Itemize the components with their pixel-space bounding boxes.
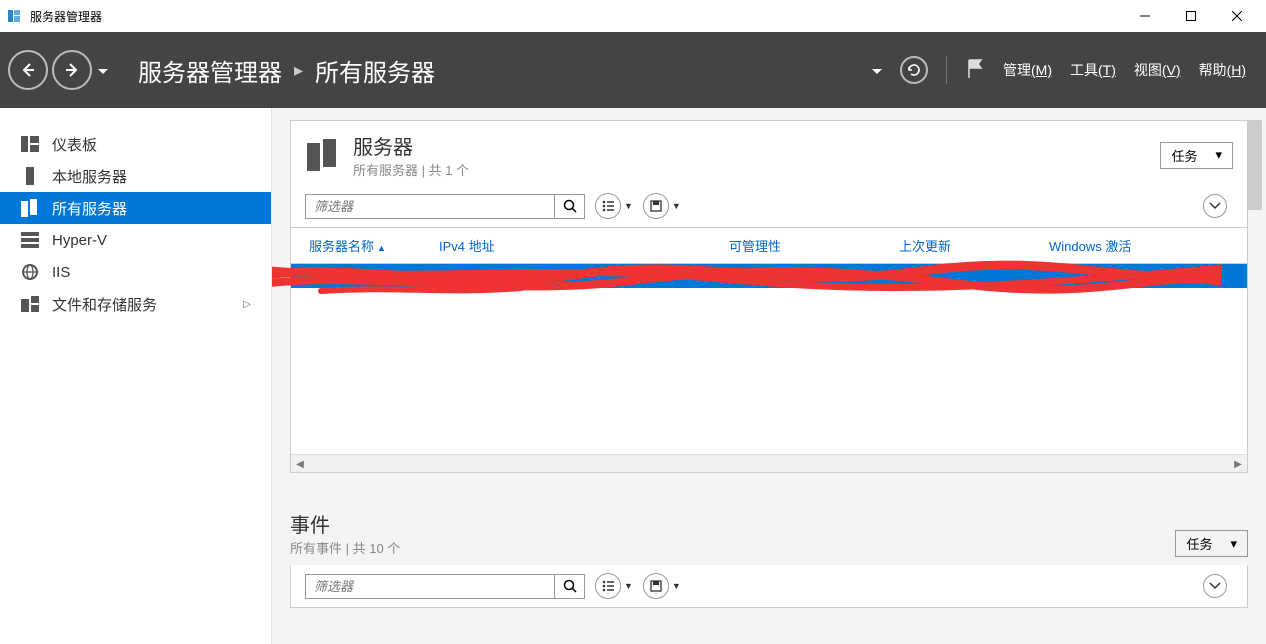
nav-forward-button[interactable] xyxy=(52,50,92,90)
header-divider xyxy=(946,56,947,84)
events-panel-header: 事件 所有事件 | 共 10 个 任务 ▾ xyxy=(290,509,1248,557)
filter-list-button[interactable] xyxy=(595,193,621,219)
sort-asc-icon: ▲ xyxy=(377,243,386,253)
chevron-down-icon[interactable]: ▼ xyxy=(624,201,633,211)
chevron-down-icon xyxy=(1209,202,1221,210)
scrollbar-thumb[interactable] xyxy=(1246,120,1262,210)
sidebar-item-storage[interactable]: 文件和存储服务 ▷ xyxy=(0,288,271,320)
storage-icon xyxy=(20,296,40,312)
servers-panel-icon xyxy=(305,137,341,173)
filter-list-button[interactable] xyxy=(595,573,621,599)
servers-panel-title: 服务器 xyxy=(353,131,469,160)
events-tasks-button[interactable]: 任务 ▾ xyxy=(1175,530,1248,557)
window-title: 服务器管理器 xyxy=(30,8,1122,25)
sidebar-item-label: Hyper-V xyxy=(52,232,107,249)
search-icon xyxy=(563,199,577,213)
filter-save-button[interactable] xyxy=(643,573,669,599)
sidebar-item-label: 本地服务器 xyxy=(52,166,127,187)
nav-dropdown-icon[interactable] xyxy=(98,63,108,78)
chevron-right-icon: ▷ xyxy=(243,299,251,310)
table-row[interactable] xyxy=(291,264,1247,288)
notifications-flag-icon[interactable] xyxy=(965,58,985,83)
chevron-down-icon: ▾ xyxy=(1230,536,1237,552)
search-button[interactable] xyxy=(554,575,584,598)
chevron-down-icon[interactable]: ▼ xyxy=(672,201,681,211)
headerbar: 服务器管理器 ▸ 所有服务器 管理(M) 工具(T) 视图(V) 帮助(H) xyxy=(0,32,1266,108)
sidebar-item-label: 仪表板 xyxy=(52,134,97,155)
events-filter-box xyxy=(305,574,585,599)
menu-help[interactable]: 帮助(H) xyxy=(1199,60,1246,80)
scroll-left-icon[interactable]: ◀ xyxy=(291,455,309,473)
column-windows-activation[interactable]: Windows 激活 xyxy=(1045,228,1233,263)
filter-save-button[interactable] xyxy=(643,193,669,219)
save-icon xyxy=(650,200,662,212)
servers-icon xyxy=(20,199,40,217)
refresh-dropdown-icon[interactable] xyxy=(872,63,882,78)
events-panel-title: 事件 xyxy=(290,509,1175,538)
servers-filter-input[interactable] xyxy=(306,195,554,218)
close-button[interactable] xyxy=(1214,0,1260,32)
list-icon xyxy=(602,200,614,212)
content: 服务器 所有服务器 | 共 1 个 任务 ▾ xyxy=(272,108,1266,644)
iis-icon xyxy=(20,264,40,280)
events-panel-subtitle: 所有事件 | 共 10 个 xyxy=(290,538,1175,557)
horizontal-scrollbar[interactable]: ◀ ▶ xyxy=(291,454,1247,472)
minimize-button[interactable] xyxy=(1122,0,1168,32)
menu-tools[interactable]: 工具(T) xyxy=(1070,60,1116,80)
events-filter-input[interactable] xyxy=(306,575,554,598)
sidebar-item-iis[interactable]: IIS xyxy=(0,256,271,288)
servers-filter-box xyxy=(305,194,585,219)
breadcrumb-current: 所有服务器 xyxy=(315,53,435,88)
maximize-button[interactable] xyxy=(1168,0,1214,32)
chevron-down-icon xyxy=(1209,582,1221,590)
sidebar-item-dashboard[interactable]: 仪表板 xyxy=(0,128,271,160)
menu-view[interactable]: 视图(V) xyxy=(1134,60,1181,80)
servers-table-header: 服务器名称▲ IPv4 地址 可管理性 上次更新 Windows 激活 xyxy=(291,227,1247,264)
scroll-right-icon[interactable]: ▶ xyxy=(1229,455,1247,473)
chevron-down-icon[interactable]: ▼ xyxy=(672,581,681,591)
column-manageability[interactable]: 可管理性 xyxy=(725,228,895,263)
hyperv-icon xyxy=(20,232,40,248)
column-ipv4[interactable]: IPv4 地址 xyxy=(435,228,725,263)
sidebar-item-hyperv[interactable]: Hyper-V xyxy=(0,224,271,256)
sidebar-item-local-server[interactable]: 本地服务器 xyxy=(0,160,271,192)
servers-tasks-button[interactable]: 任务 ▾ xyxy=(1160,142,1233,169)
refresh-button[interactable] xyxy=(900,56,928,84)
sidebar-item-label: 文件和存储服务 xyxy=(52,294,157,315)
chevron-down-icon[interactable]: ▼ xyxy=(624,581,633,591)
expand-panel-button[interactable] xyxy=(1203,574,1227,598)
breadcrumb-separator-icon: ▸ xyxy=(294,60,303,81)
titlebar: 服务器管理器 xyxy=(0,0,1266,32)
chevron-down-icon: ▾ xyxy=(1215,147,1222,163)
app-icon xyxy=(6,8,22,24)
sidebar-item-label: IIS xyxy=(52,264,70,281)
servers-panel: 服务器 所有服务器 | 共 1 个 任务 ▾ xyxy=(290,120,1248,473)
search-icon xyxy=(563,579,577,593)
breadcrumb: 服务器管理器 ▸ 所有服务器 xyxy=(138,53,872,88)
sidebar-item-all-servers[interactable]: 所有服务器 xyxy=(0,192,271,224)
server-icon xyxy=(20,167,40,185)
servers-table-body xyxy=(291,264,1247,454)
expand-panel-button[interactable] xyxy=(1203,194,1227,218)
nav-back-button[interactable] xyxy=(8,50,48,90)
dashboard-icon xyxy=(20,136,40,152)
sidebar-item-label: 所有服务器 xyxy=(52,198,127,219)
sidebar: 仪表板 本地服务器 所有服务器 Hyper-V IIS 文件和存储服务 ▷ xyxy=(0,108,272,644)
search-button[interactable] xyxy=(554,195,584,218)
breadcrumb-root[interactable]: 服务器管理器 xyxy=(138,53,282,88)
column-server-name[interactable]: 服务器名称▲ xyxy=(305,228,435,263)
events-panel: ▼ ▼ xyxy=(290,565,1248,608)
list-icon xyxy=(602,580,614,592)
servers-panel-subtitle: 所有服务器 | 共 1 个 xyxy=(353,160,469,179)
column-last-update[interactable]: 上次更新 xyxy=(895,228,1045,263)
menu-manage[interactable]: 管理(M) xyxy=(1003,60,1052,80)
save-icon xyxy=(650,580,662,592)
